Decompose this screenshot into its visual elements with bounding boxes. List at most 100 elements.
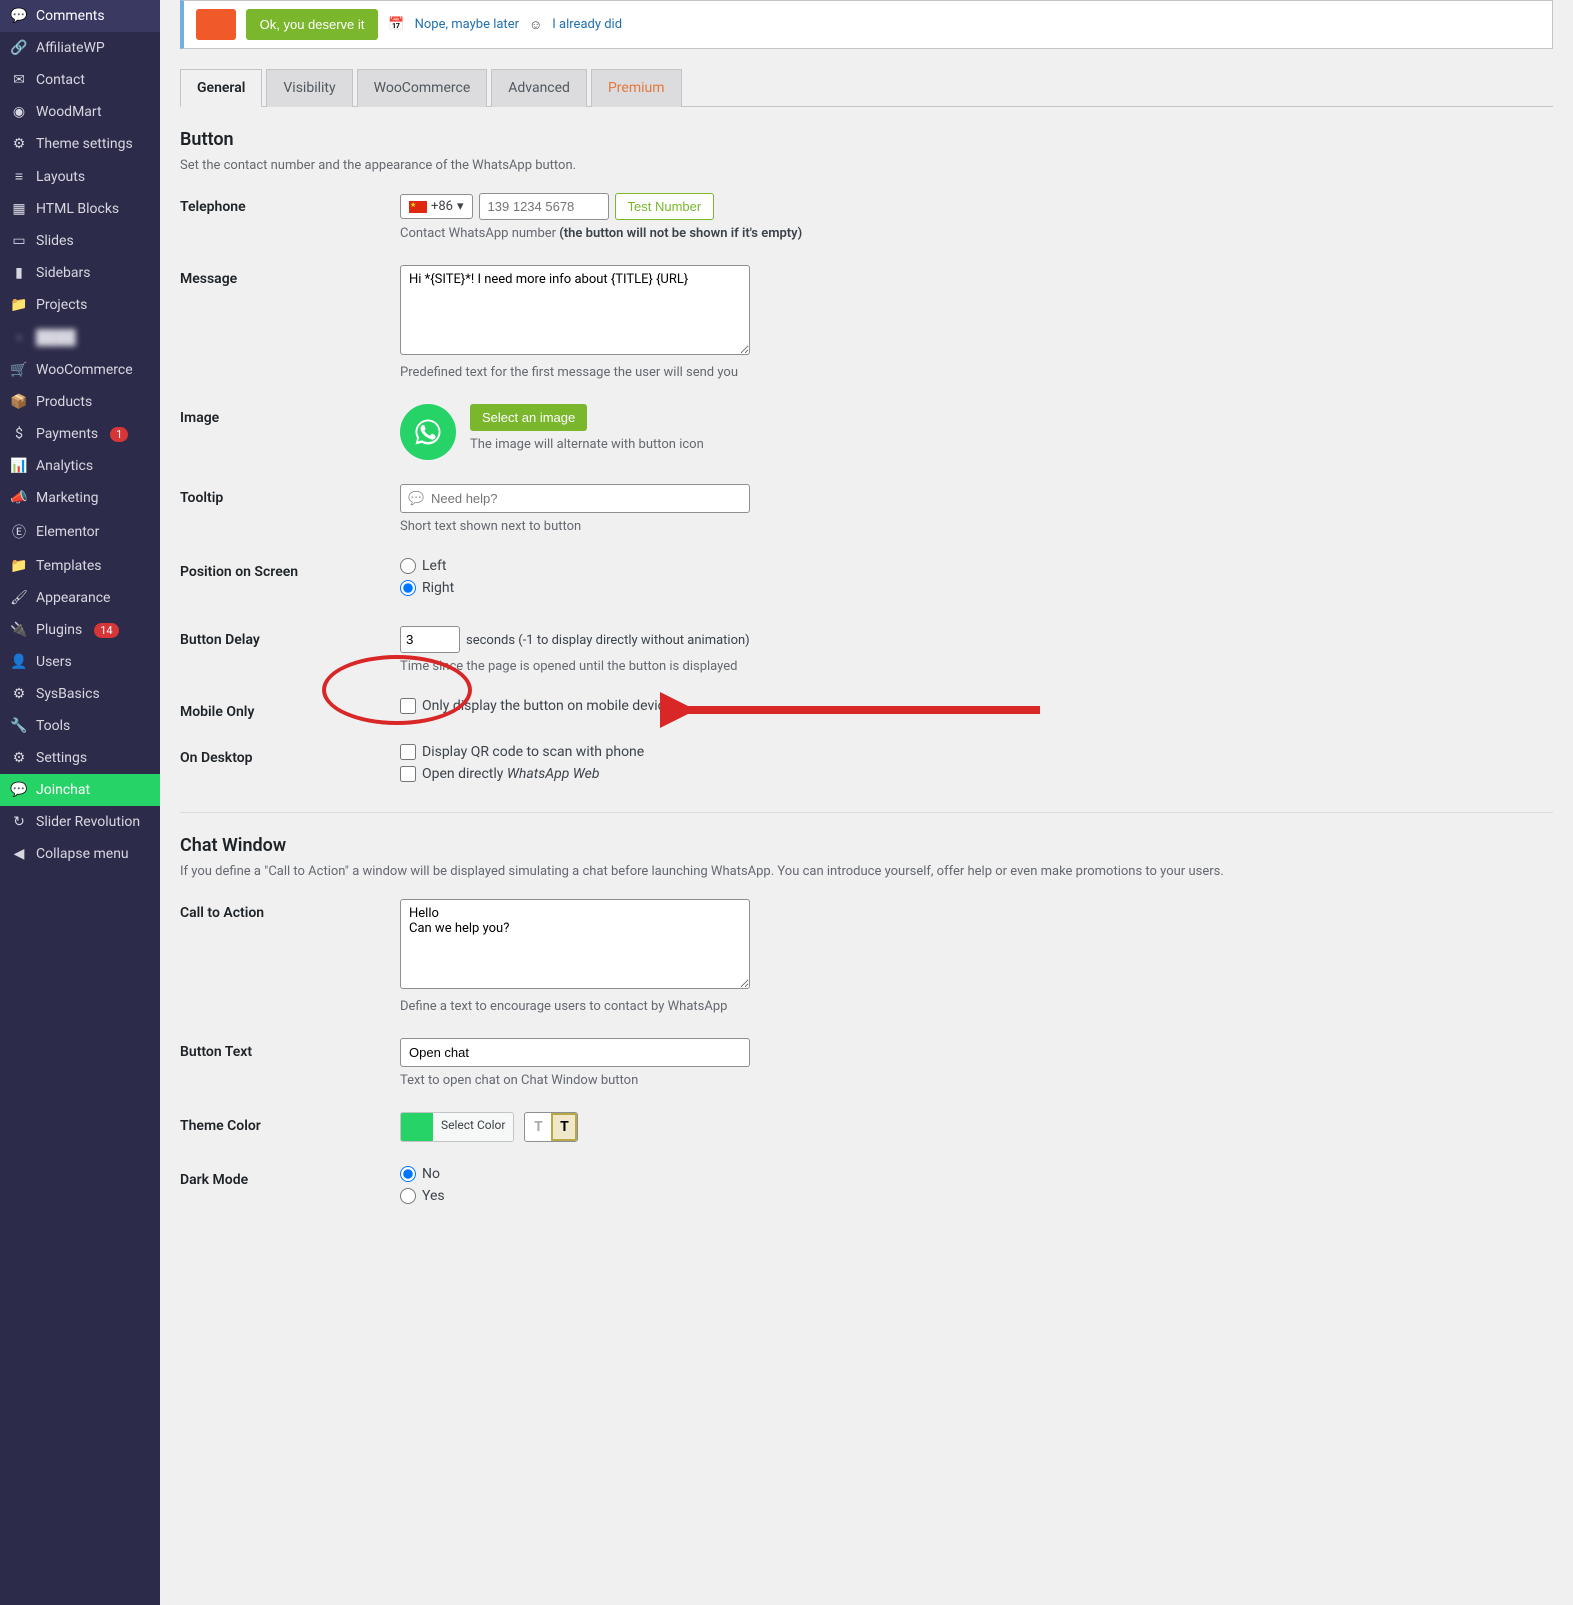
- sidebar-item-comments[interactable]: 💬Comments: [0, 0, 160, 32]
- chat-section-desc: If you define a "Call to Action" a windo…: [180, 864, 1553, 879]
- whatsapp-icon: [400, 404, 456, 460]
- button-section-title: Button: [180, 129, 1553, 150]
- position-right-radio[interactable]: Right: [400, 580, 900, 596]
- settings-tabs: General Visibility WooCommerce Advanced …: [180, 69, 1553, 107]
- sidebar-item-projects[interactable]: 📁Projects: [0, 289, 160, 321]
- plugins-icon: 🔌: [10, 622, 28, 638]
- position-left-radio[interactable]: Left: [400, 558, 900, 574]
- analytics-icon: 📊: [10, 458, 28, 474]
- sidebar-item-slides[interactable]: ▭Slides: [0, 225, 160, 257]
- layouts-icon: ≡: [10, 168, 28, 185]
- tab-woocommerce[interactable]: WooCommerce: [357, 69, 488, 107]
- sidebar-item-woocommerce[interactable]: 🛒WooCommerce: [0, 354, 160, 386]
- sidebars-icon: ▮: [10, 265, 28, 281]
- tools-icon: 🔧: [10, 718, 28, 734]
- sidebar-item-collapse[interactable]: ◀Collapse menu: [0, 838, 160, 870]
- mobile-only-checkbox[interactable]: Only display the button on mobile device…: [400, 698, 900, 714]
- sidebar-item-analytics[interactable]: 📊Analytics: [0, 450, 160, 482]
- sliders-icon: ⚙: [10, 136, 28, 152]
- marketing-icon: 📣: [10, 490, 28, 506]
- payments-badge: 1: [110, 427, 128, 442]
- tooltip-hint: Short text shown next to button: [400, 519, 900, 534]
- ok-deserve-button[interactable]: Ok, you deserve it: [246, 9, 379, 40]
- products-icon: 📦: [10, 394, 28, 410]
- sidebar-item-woodmart[interactable]: ◉WoodMart: [0, 96, 160, 128]
- payments-icon: $: [10, 426, 28, 442]
- desktop-web-checkbox[interactable]: Open directly WhatsApp Web: [400, 766, 900, 782]
- tab-premium[interactable]: Premium: [591, 69, 682, 107]
- sidebar-item-templates[interactable]: 📁Templates: [0, 550, 160, 582]
- message-hint: Predefined text for the first message th…: [400, 365, 900, 380]
- sidebar-item-payments[interactable]: $Payments1: [0, 418, 160, 450]
- tab-visibility[interactable]: Visibility: [266, 69, 352, 107]
- sidebar-item-users[interactable]: 👤Users: [0, 646, 160, 678]
- delay-label: Button Delay: [180, 626, 400, 648]
- button-text-input[interactable]: [400, 1038, 750, 1067]
- templates-icon: 📁: [10, 558, 28, 574]
- cta-textarea[interactable]: [400, 899, 750, 989]
- sidebar-item-appearance[interactable]: 🖌Appearance: [0, 582, 160, 614]
- sidebar-item-layouts[interactable]: ≡Layouts: [0, 160, 160, 193]
- section-divider: [180, 812, 1553, 813]
- mobile-label: Mobile Only: [180, 698, 400, 720]
- dark-yes-radio[interactable]: Yes: [400, 1188, 900, 1204]
- sidebar-item-slider-revolution[interactable]: ↻Slider Revolution: [0, 806, 160, 838]
- sidebar-item-blurred[interactable]: ▫████: [0, 321, 160, 354]
- desktop-qr-checkbox[interactable]: Display QR code to scan with phone: [400, 744, 900, 760]
- telephone-hint: Contact WhatsApp number (the button will…: [400, 226, 900, 241]
- color-picker[interactable]: Select Color: [400, 1112, 514, 1142]
- sidebar-item-sysbasics[interactable]: ⚙SysBasics: [0, 678, 160, 710]
- delay-input[interactable]: [400, 626, 460, 653]
- dark-no-radio[interactable]: No: [400, 1166, 900, 1182]
- dark-mode-label: Dark Mode: [180, 1166, 400, 1188]
- mail-icon: ✉: [10, 72, 28, 88]
- telephone-label: Telephone: [180, 193, 400, 215]
- admin-sidebar: 💬Comments 🔗AffiliateWP ✉Contact ◉WoodMar…: [0, 0, 160, 1605]
- china-flag-icon: [409, 201, 427, 213]
- cta-label: Call to Action: [180, 899, 400, 921]
- settings-icon: ⚙: [10, 750, 28, 766]
- affiliate-icon: 🔗: [10, 40, 28, 56]
- sidebar-item-sidebars[interactable]: ▮Sidebars: [0, 257, 160, 289]
- blocks-icon: ▦: [10, 201, 28, 217]
- tooltip-input[interactable]: [400, 484, 750, 513]
- sysbasics-icon: ⚙: [10, 686, 28, 702]
- woodmart-icon: ◉: [10, 104, 28, 120]
- tab-advanced[interactable]: Advanced: [491, 69, 587, 107]
- color-swatch-icon: [401, 1113, 433, 1141]
- image-label: Image: [180, 404, 400, 426]
- maybe-later-link[interactable]: Nope, maybe later: [415, 17, 519, 32]
- sidebar-item-html-blocks[interactable]: ▦HTML Blocks: [0, 193, 160, 225]
- main-content: Ok, you deserve it 📅 Nope, maybe later ☺…: [160, 0, 1573, 1605]
- delay-hint: Time since the page is opened until the …: [400, 659, 900, 674]
- select-image-button[interactable]: Select an image: [470, 404, 587, 431]
- sidebar-item-marketing[interactable]: 📣Marketing: [0, 482, 160, 514]
- already-did-link[interactable]: I already did: [552, 17, 622, 32]
- theme-toggle[interactable]: TT: [524, 1112, 578, 1142]
- sidebar-item-contact[interactable]: ✉Contact: [0, 64, 160, 96]
- woo-icon: 🛒: [10, 362, 28, 378]
- message-label: Message: [180, 265, 400, 287]
- message-textarea[interactable]: [400, 265, 750, 355]
- sidebar-item-tools[interactable]: 🔧Tools: [0, 710, 160, 742]
- projects-icon: 📁: [10, 297, 28, 313]
- test-number-button[interactable]: Test Number: [615, 193, 715, 220]
- light-theme-icon[interactable]: T: [525, 1113, 551, 1141]
- sidebar-item-products[interactable]: 📦Products: [0, 386, 160, 418]
- tooltip-label: Tooltip: [180, 484, 400, 506]
- tab-general[interactable]: General: [180, 69, 262, 107]
- notice-dismiss-button[interactable]: [196, 9, 236, 40]
- button-text-hint: Text to open chat on Chat Window button: [400, 1073, 900, 1088]
- country-code-select[interactable]: +86 ▾: [400, 194, 473, 219]
- dark-theme-icon[interactable]: T: [551, 1113, 577, 1141]
- sidebar-item-affiliatewp[interactable]: 🔗AffiliateWP: [0, 32, 160, 64]
- button-text-label: Button Text: [180, 1038, 400, 1060]
- sidebar-item-elementor[interactable]: ⒺElementor: [0, 514, 160, 550]
- smile-icon: ☺: [529, 17, 542, 33]
- sidebar-item-plugins[interactable]: 🔌Plugins14: [0, 614, 160, 646]
- sidebar-item-theme-settings[interactable]: ⚙Theme settings: [0, 128, 160, 160]
- sidebar-item-joinchat[interactable]: 💬Joinchat: [0, 774, 160, 806]
- phone-input[interactable]: [479, 193, 609, 220]
- image-hint: The image will alternate with button ico…: [470, 437, 704, 452]
- sidebar-item-settings[interactable]: ⚙Settings: [0, 742, 160, 774]
